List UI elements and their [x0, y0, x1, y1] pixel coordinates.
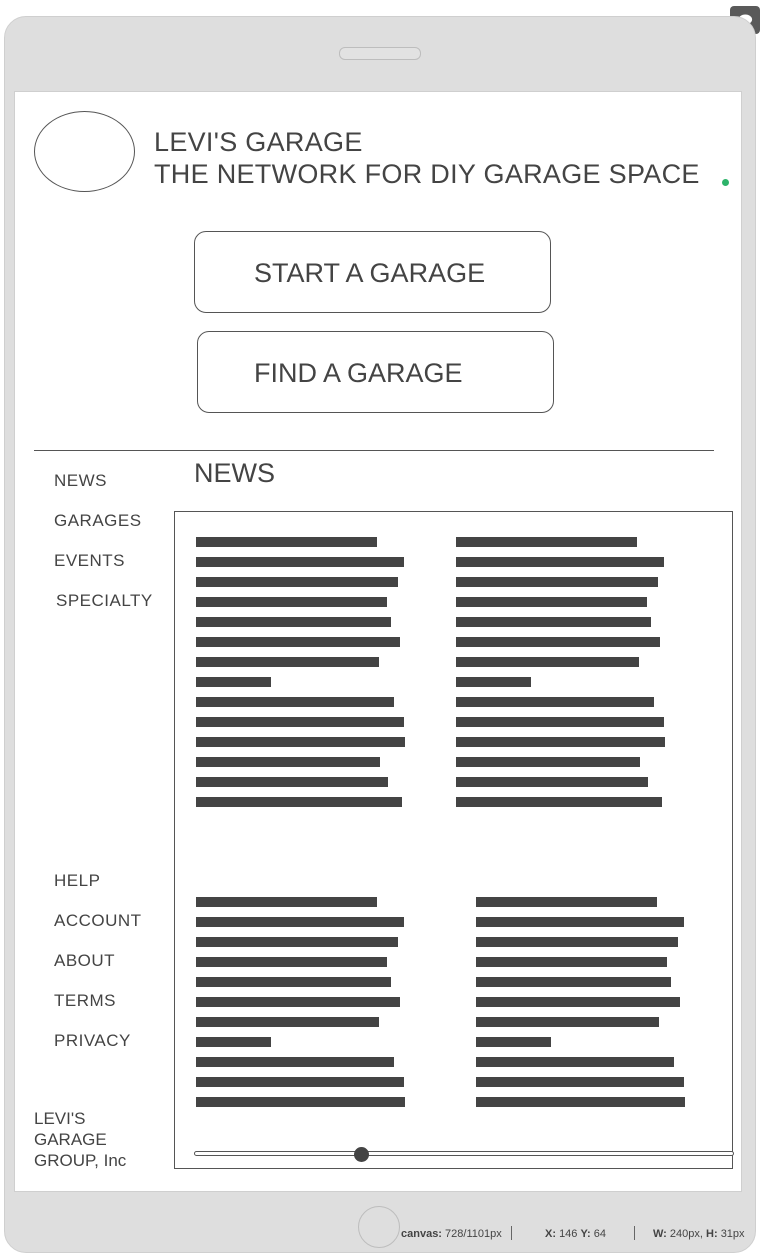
text-placeholder-line — [196, 1057, 394, 1067]
text-placeholder-line — [196, 1097, 405, 1107]
text-placeholder-line — [196, 657, 379, 667]
text-placeholder-line — [196, 1017, 379, 1027]
text-placeholder-line — [456, 597, 647, 607]
status-separator — [511, 1226, 512, 1240]
text-placeholder-line — [196, 897, 377, 907]
text-placeholder-line — [196, 717, 404, 727]
text-placeholder-line — [196, 757, 380, 767]
footer-brand-line: GROUP, Inc — [34, 1151, 127, 1170]
nav-item-garages[interactable]: GARAGES — [54, 511, 142, 531]
nav-item-terms[interactable]: TERMS — [54, 991, 116, 1011]
text-placeholder-line — [196, 797, 402, 807]
tablet-speaker — [339, 47, 421, 60]
text-placeholder-line — [456, 737, 665, 747]
text-placeholder-line — [476, 917, 684, 927]
home-button[interactable] — [358, 1206, 400, 1248]
horizontal-slider-track[interactable] — [194, 1151, 734, 1156]
find-garage-label: FIND A GARAGE — [254, 358, 463, 388]
text-placeholder-line — [456, 677, 531, 687]
text-placeholder-line — [196, 777, 388, 787]
text-placeholder-line — [196, 697, 394, 707]
text-placeholder-line — [476, 1077, 684, 1087]
start-garage-label: START A GARAGE — [254, 258, 486, 288]
text-placeholder-line — [196, 637, 400, 647]
text-placeholder-line — [476, 937, 678, 947]
find-garage-button[interactable]: FIND A GARAGE — [197, 331, 554, 413]
text-placeholder-line — [196, 617, 391, 627]
text-placeholder-line — [456, 757, 640, 767]
text-placeholder-line — [476, 1017, 659, 1027]
text-placeholder-line — [476, 957, 667, 967]
text-placeholder-line — [196, 557, 404, 567]
text-placeholder-line — [196, 997, 400, 1007]
text-placeholder-line — [456, 617, 651, 627]
text-placeholder-line — [196, 937, 398, 947]
text-placeholder-line — [196, 577, 398, 587]
footer-brand-line: GARAGE — [34, 1130, 107, 1149]
start-garage-button[interactable]: START A GARAGE — [194, 231, 551, 313]
text-placeholder-line — [476, 1057, 674, 1067]
text-placeholder-line — [456, 557, 664, 567]
text-placeholder-line — [456, 717, 664, 727]
nav-item-about[interactable]: ABOUT — [54, 951, 115, 971]
nav-item-news[interactable]: NEWS — [54, 471, 107, 491]
text-placeholder-line — [456, 537, 637, 547]
text-placeholder-line — [476, 997, 680, 1007]
text-placeholder-line — [456, 637, 660, 647]
text-placeholder-line — [456, 657, 639, 667]
horizontal-slider-thumb[interactable] — [353, 1147, 369, 1162]
text-placeholder-line — [196, 677, 271, 687]
status-canvas: canvas: 728/1101px — [401, 1228, 502, 1240]
text-placeholder-line — [196, 737, 405, 747]
text-placeholder-line — [456, 697, 654, 707]
text-placeholder-line — [456, 797, 662, 807]
text-placeholder-line — [476, 1037, 551, 1047]
header-divider — [34, 450, 714, 451]
footer-brand-line: LEVI'S — [34, 1109, 86, 1128]
text-placeholder-line — [476, 1097, 685, 1107]
text-placeholder-line — [476, 977, 671, 987]
text-placeholder-line — [196, 977, 391, 987]
text-placeholder-line — [476, 897, 657, 907]
text-placeholder-line — [196, 1077, 404, 1087]
nav-item-events[interactable]: EVENTS — [54, 551, 125, 571]
nav-item-privacy[interactable]: PRIVACY — [54, 1031, 131, 1051]
logo-placeholder — [34, 111, 135, 192]
status-coordinates: X: 146 Y: 64 — [545, 1228, 606, 1240]
nav-item-help[interactable]: HELP — [54, 871, 100, 891]
text-placeholder-line — [196, 537, 377, 547]
text-placeholder-line — [196, 1037, 271, 1047]
status-separator — [634, 1226, 635, 1240]
site-tagline: THE NETWORK FOR DIY GARAGE SPACE — [154, 159, 700, 189]
text-placeholder-line — [196, 917, 404, 927]
news-content-panel — [174, 511, 733, 1169]
text-placeholder-line — [196, 957, 387, 967]
text-placeholder-line — [196, 597, 387, 607]
footer-brand: LEVI'S GARAGE GROUP, Inc — [34, 1108, 164, 1171]
site-title: LEVI'S GARAGE — [154, 127, 363, 157]
status-dot — [722, 179, 729, 186]
text-placeholder-line — [456, 577, 658, 587]
status-dimensions: W: 240px, H: 31px — [653, 1228, 745, 1240]
nav-item-specialty[interactable]: SPECIALTY — [56, 591, 153, 611]
nav-item-account[interactable]: ACCOUNT — [54, 911, 142, 931]
text-placeholder-line — [456, 777, 648, 787]
news-heading: NEWS — [194, 458, 275, 488]
